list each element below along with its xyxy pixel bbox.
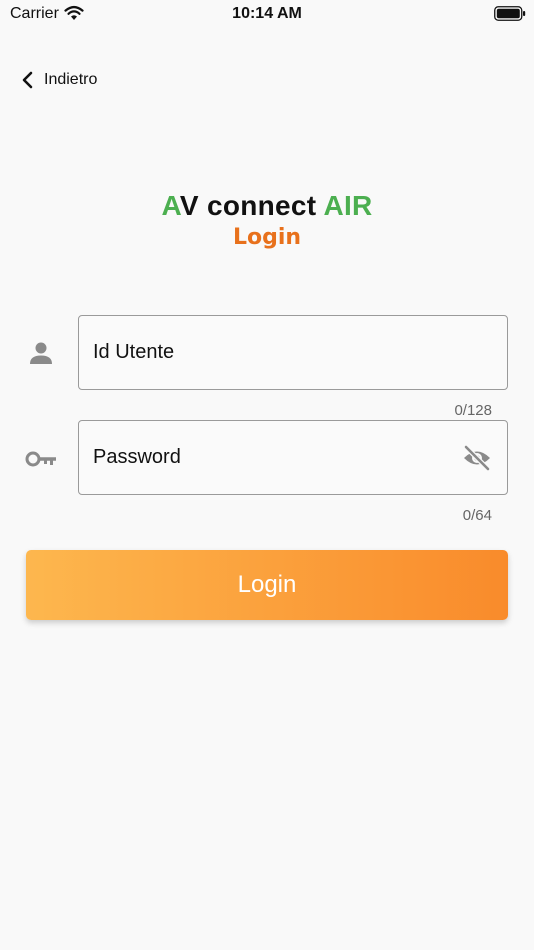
- app-title-v-connect: V connect: [179, 190, 324, 221]
- back-button[interactable]: Indietro: [20, 66, 97, 94]
- status-bar: Carrier 10:14 AM: [0, 0, 534, 30]
- eye-off-icon[interactable]: [462, 445, 492, 471]
- status-time: 10:14 AM: [232, 5, 302, 22]
- app-title: AV connect AIR: [0, 190, 534, 222]
- person-icon: [30, 342, 52, 364]
- login-button[interactable]: Login: [26, 550, 508, 620]
- key-icon: [25, 451, 56, 467]
- back-label: Indietro: [44, 71, 98, 88]
- chevron-left-icon: [22, 71, 33, 89]
- userid-char-counter: 0/128: [454, 402, 492, 419]
- password-field[interactable]: [78, 420, 508, 495]
- userid-input[interactable]: [93, 316, 453, 388]
- userid-field[interactable]: [78, 315, 508, 390]
- password-char-counter: 0/64: [462, 507, 492, 524]
- login-screen: Carrier 10:14 AM Indietro AV connect AIR…: [0, 0, 534, 950]
- battery-icon: [494, 6, 526, 21]
- app-title-a: A: [161, 190, 180, 221]
- app-title-air: AIR: [323, 190, 373, 221]
- page-subtitle: Login: [232, 225, 302, 250]
- password-input[interactable]: [93, 421, 453, 493]
